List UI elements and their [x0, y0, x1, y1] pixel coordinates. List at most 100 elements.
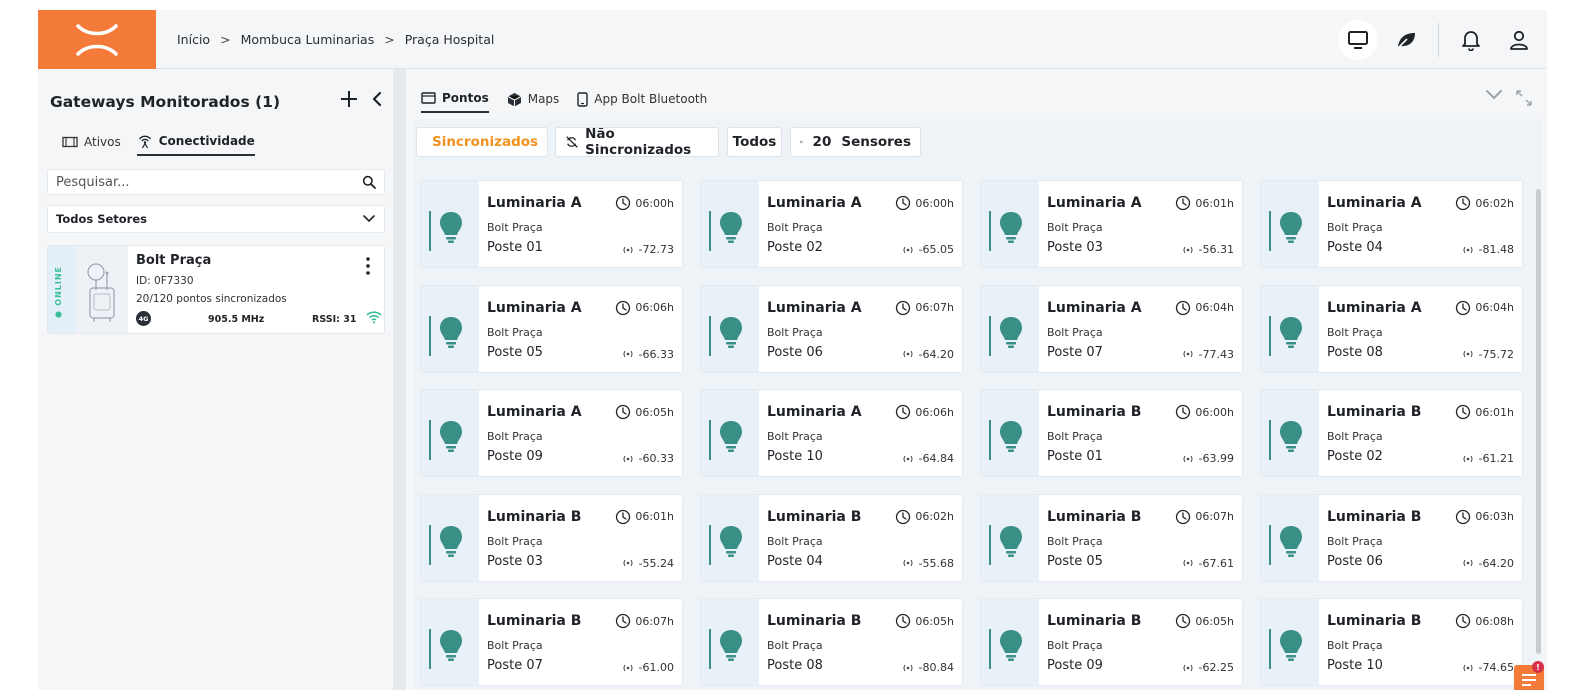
gateway-rssi: RSSI: 31	[312, 314, 357, 325]
filter-not-synced-button[interactable]: Não Sincronizados	[555, 126, 719, 158]
tab-maps[interactable]: Maps	[507, 91, 559, 113]
point-rssi: -72.73	[623, 243, 674, 256]
point-title: Luminaria B	[1327, 508, 1422, 525]
point-card[interactable]: Luminaria B 06:00h Bolt Praça Poste 01 -…	[980, 389, 1243, 477]
point-card[interactable]: Luminaria A 06:00h Bolt Praça Poste 02 -…	[700, 180, 963, 268]
point-card[interactable]: Luminaria B 06:07h Bolt Praça Poste 07 -…	[420, 598, 683, 686]
point-card[interactable]: Luminaria A 06:01h Bolt Praça Poste 03 -…	[980, 180, 1243, 268]
collapse-panel-icon[interactable]	[369, 89, 385, 109]
point-rssi: -55.68	[903, 557, 954, 570]
signal-icon	[623, 664, 633, 671]
point-card[interactable]: Luminaria A 06:00h Bolt Praça Poste 01 -…	[420, 180, 683, 268]
point-card[interactable]: Luminaria A 06:06h Bolt Praça Poste 10 -…	[700, 389, 963, 477]
signal-icon	[1183, 559, 1193, 567]
point-title: Luminaria B	[767, 508, 862, 525]
point-time: 06:07h	[1175, 509, 1234, 525]
point-rssi: -65.05	[903, 243, 954, 256]
more-options-icon[interactable]	[364, 256, 372, 276]
point-status-bar	[709, 315, 711, 356]
sidebar-tabs: Ativos Conectividade	[62, 133, 255, 156]
point-card[interactable]: Luminaria A 06:07h Bolt Praça Poste 06 -…	[700, 284, 963, 373]
point-title: Luminaria A	[487, 404, 582, 420]
point-rssi: -56.31	[1183, 243, 1234, 256]
tab-conectividade-label: Conectividade	[158, 134, 255, 148]
gateway-name: Bolt Praça	[136, 253, 212, 268]
bulb-icon	[1000, 212, 1022, 243]
leaf-button[interactable]	[1386, 20, 1426, 60]
tab-app-bluetooth[interactable]: App Bolt Bluetooth	[577, 91, 707, 113]
sector-select-value: Todos Setores	[56, 212, 147, 226]
tab-conectividade[interactable]: Conectividade	[136, 133, 255, 156]
breadcrumb-item-mombuca[interactable]: Mombuca Luminarias	[241, 32, 375, 47]
gateway-search	[47, 169, 385, 195]
filter-synced-button[interactable]: Sincronizados	[416, 127, 548, 157]
point-time: 06:01h	[615, 509, 674, 525]
signal-icon	[903, 559, 913, 567]
monitor-icon	[1348, 30, 1368, 49]
point-card-strip	[701, 285, 759, 372]
point-time-label: 06:08h	[1475, 614, 1514, 628]
point-gateway: Bolt Praça	[1047, 325, 1103, 339]
point-title: Luminaria A	[1047, 195, 1142, 211]
point-status-bar	[989, 629, 991, 669]
point-title: Luminaria B	[1327, 404, 1422, 420]
point-card[interactable]: Luminaria B 06:02h Bolt Praça Poste 04 -…	[700, 493, 963, 582]
point-rssi-value: -66.33	[638, 347, 674, 361]
tab-pontos[interactable]: Pontos	[421, 91, 489, 113]
clock-icon	[616, 404, 631, 420]
point-card[interactable]: Luminaria B 06:01h Bolt Praça Poste 02 -…	[1260, 389, 1523, 477]
tab-app-bluetooth-label: App Bolt Bluetooth	[594, 92, 708, 106]
signal-icon	[1463, 664, 1473, 671]
point-card[interactable]: Luminaria B 06:05h Bolt Praça Poste 08 -…	[700, 598, 963, 686]
brand-logo[interactable]	[38, 10, 156, 69]
expand-icon[interactable]	[1515, 89, 1533, 107]
breadcrumb-item-praca[interactable]: Praça Hospital	[405, 32, 495, 47]
main-tabs: Pontos Maps App Bolt Bluetooth	[421, 91, 707, 113]
point-card-strip	[981, 494, 1039, 581]
point-gateway: Bolt Praça	[1327, 639, 1383, 652]
sector-select[interactable]: Todos Setores	[47, 205, 385, 233]
bulb-icon	[440, 212, 462, 243]
clock-icon	[1456, 509, 1471, 524]
point-gateway: Bolt Praça	[767, 325, 823, 339]
profile-button[interactable]	[1499, 20, 1539, 60]
signal-icon	[1463, 350, 1473, 358]
point-card[interactable]: Luminaria B 06:07h Bolt Praça Poste 05 -…	[980, 493, 1243, 582]
point-title: Luminaria A	[1047, 299, 1142, 316]
point-card[interactable]: Luminaria A 06:06h Bolt Praça Poste 05 -…	[420, 284, 683, 373]
gateway-sync-status: 20/120 pontos sincronizados	[136, 293, 287, 305]
point-card[interactable]: Luminaria B 06:01h Bolt Praça Poste 03 -…	[420, 493, 683, 582]
monitor-button[interactable]	[1338, 19, 1378, 60]
point-card[interactable]: Luminaria A 06:04h Bolt Praça Poste 07 -…	[980, 284, 1243, 373]
add-icon[interactable]	[339, 89, 359, 109]
point-poste: Poste 01	[1047, 449, 1103, 464]
breadcrumb-item-inicio[interactable]: Início	[177, 32, 210, 47]
point-time: 06:08h	[1455, 613, 1514, 629]
point-card-strip	[421, 390, 479, 476]
point-card-strip	[421, 599, 479, 685]
point-card[interactable]: Luminaria A 06:02h Bolt Praça Poste 04 -…	[1260, 180, 1523, 268]
point-card-strip	[1261, 599, 1319, 685]
chevron-down-icon[interactable]	[1485, 89, 1503, 101]
notifications-button[interactable]	[1451, 20, 1491, 60]
point-card[interactable]: Luminaria B 06:05h Bolt Praça Poste 09 -…	[980, 598, 1243, 686]
clock-icon	[896, 404, 911, 420]
point-time: 06:01h	[1175, 195, 1234, 211]
point-card-strip	[981, 390, 1039, 476]
filter-all-button[interactable]: Todos	[727, 127, 782, 157]
point-card[interactable]: Luminaria A 06:05h Bolt Praça Poste 09 -…	[420, 389, 683, 477]
signal-icon	[1183, 350, 1193, 358]
gateway-card[interactable]: ● ONLINE Bolt Praça ID: 0F7330 20/120 po…	[47, 245, 385, 334]
point-status-bar	[1269, 315, 1271, 356]
breadcrumb-separator: >	[220, 32, 231, 47]
tab-ativos[interactable]: Ativos	[62, 133, 121, 156]
point-card[interactable]: Luminaria B 06:03h Bolt Praça Poste 06 -…	[1260, 493, 1523, 582]
point-card[interactable]: Luminaria A 06:04h Bolt Praça Poste 08 -…	[1260, 284, 1523, 373]
scrollbar[interactable]	[1536, 189, 1541, 654]
search-icon[interactable]	[362, 175, 376, 189]
sensors-count-button[interactable]: 20 Sensores	[790, 127, 921, 157]
clock-icon	[616, 613, 631, 629]
search-input[interactable]	[56, 174, 336, 190]
breadcrumb-separator: >	[384, 32, 395, 47]
point-card[interactable]: Luminaria B 06:08h Bolt Praça Poste 10 -…	[1260, 598, 1523, 686]
